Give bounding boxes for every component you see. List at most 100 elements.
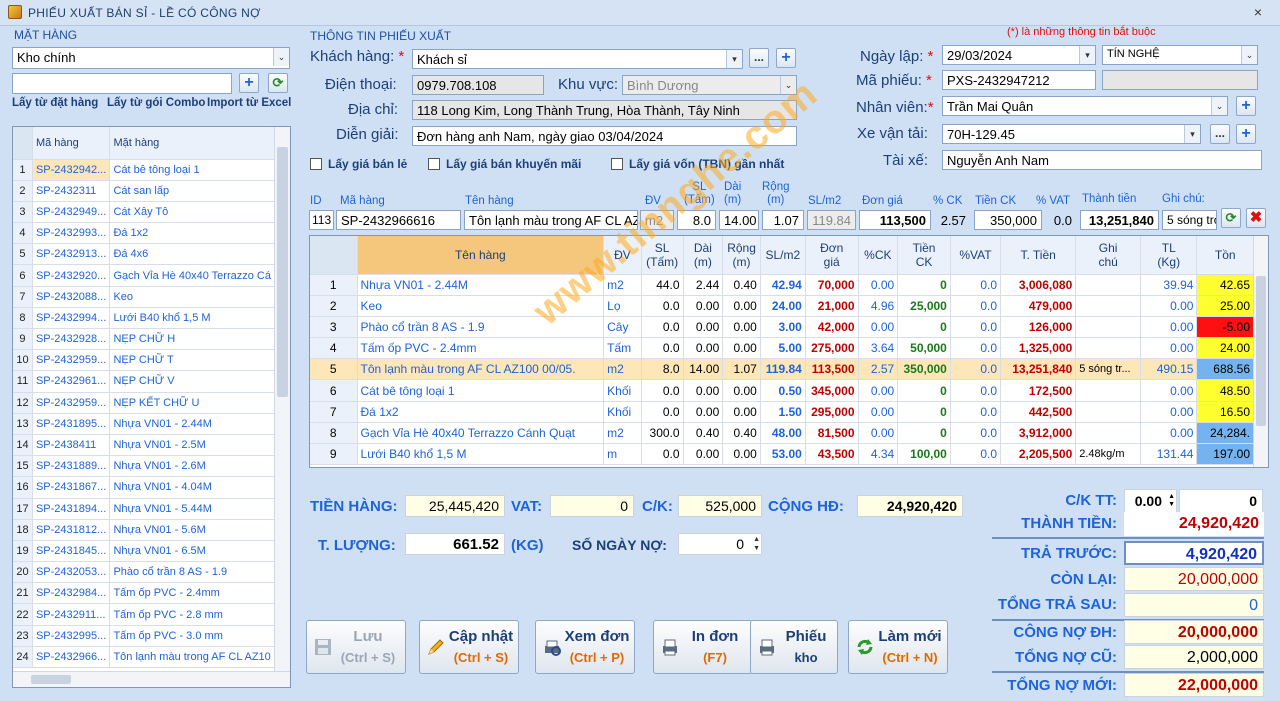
list-item[interactable]: 10 SP-2432959... NẸP CHỮ T [13, 349, 275, 372]
chevron-down-icon[interactable]: ▾ [1184, 125, 1200, 143]
list-item[interactable]: 12 SP-2432959... NẸP KẾT CHỮ U [13, 392, 275, 414]
date-field[interactable]: 29/03/2024 ▾ [942, 45, 1096, 65]
list-item[interactable]: 8 SP-2432994... Lưới B40 khổ 1,5 M [13, 307, 275, 330]
staff-select[interactable]: Trần Mai Quân ⌄ [942, 96, 1228, 116]
list-item[interactable]: 18 SP-2431812... Nhựa VN01 - 5.6M [13, 519, 275, 541]
add-vehicle-icon[interactable]: + [1236, 124, 1256, 144]
entry-name[interactable]: Tôn lạnh màu trong AF CL AZ100 [464, 210, 638, 230]
chevron-down-icon[interactable]: ▾ [726, 50, 742, 68]
branch-select[interactable]: TÍN NGHỆ ⌄ [1102, 45, 1258, 65]
refresh-icon[interactable]: ⟳ [1221, 208, 1241, 228]
customer-more-button[interactable]: ... [749, 48, 769, 68]
list-item[interactable]: 3 SP-2432949... Cát Xây Tô [13, 201, 275, 224]
list-item[interactable]: 1 SP-2432942... Cát bê tông loại 1 [13, 159, 275, 181]
warehouse-select[interactable]: Kho chính ⌄ [12, 47, 290, 69]
list-item[interactable]: 21 SP-2432984... Tấm ốp PVC - 2.4mm [13, 582, 275, 605]
list-item[interactable]: 17 SP-2431894... Nhựa VN01 - 5.44M [13, 498, 275, 520]
entry-width[interactable]: 1.07 [762, 210, 804, 230]
col-name[interactable]: Mặt hàng [109, 127, 275, 160]
entry-vat[interactable]: 0.0 [1045, 210, 1077, 230]
link-from-order[interactable]: Lấy từ đặt hàng [12, 97, 98, 109]
entry-length[interactable]: 14.00 [719, 210, 759, 230]
list-item[interactable]: 13 SP-2431895... Nhựa VN01 - 2.44M [13, 413, 275, 435]
list-item[interactable]: 15 SP-2431889... Nhựa VN01 - 2.6M [13, 455, 275, 478]
promo-price-checkbox[interactable]: Lấy giá bán khuyến mãi [428, 157, 581, 171]
items-grid[interactable]: Mã hàng Mặt hàng 1 SP-2432942... Cát bê tô… [12, 126, 291, 688]
entry-id[interactable]: 113 [309, 210, 334, 230]
note-field[interactable]: Đơn hàng anh Nam, ngày giao 03/04/2024 [412, 126, 797, 146]
delete-icon[interactable]: ✖ [1246, 208, 1266, 228]
entry-ck-money[interactable]: 350,000 [974, 210, 1042, 230]
save-button[interactable]: Lưu (Ctrl + S) [306, 620, 406, 674]
view-order-button[interactable]: Xem đơn (Ctrl + P) [535, 620, 635, 674]
select-all-cell[interactable] [13, 127, 33, 160]
col-ck-money[interactable]: Tiền CK [897, 236, 951, 275]
retail-price-checkbox[interactable]: Lấy giá bán lẻ [310, 157, 407, 171]
list-item[interactable]: 11 SP-2432961... NẸP CHỮ V [13, 370, 275, 393]
list-item[interactable]: 5 SP-2432913... Đá 4x6 [13, 243, 275, 266]
list-item[interactable]: 23 SP-2432995... Tấm ốp PVC - 3.0 mm [13, 625, 275, 647]
col-stock[interactable]: Tồn [1196, 236, 1254, 275]
code-field[interactable]: PXS-2432947212 [942, 70, 1096, 90]
entry-qty[interactable]: 8.0 [677, 210, 716, 230]
col-qty[interactable]: SL (Tấm) [641, 236, 684, 275]
list-item[interactable]: 24 SP-2432966... Tôn lạnh màu trong AF CL … [13, 646, 275, 669]
add-staff-icon[interactable]: + [1236, 96, 1256, 116]
table-row[interactable]: 2 Keo Lọ 0.0 0.00 0.00 24.00 21,000 4.96 25,000 0.… [310, 295, 1254, 317]
col-unit[interactable]: ĐV [603, 236, 642, 275]
cktt-value[interactable]: 0 [1179, 489, 1263, 513]
item-search-input[interactable] [12, 73, 232, 94]
list-item[interactable]: 9 SP-2432928... NẸP CHỮ H [13, 328, 275, 351]
warehouse-slip-button[interactable]: Phiếu kho [750, 620, 838, 674]
table-row[interactable]: 9 Lưới B40 khổ 1,5 Mm 0.0 0.00 0.00 53.00 43,5… [310, 443, 1254, 466]
list-item[interactable]: 2 SP-2432311 Cát san lấp [13, 180, 275, 202]
close-icon[interactable]: × [1250, 4, 1266, 20]
table-row[interactable]: 6 Cát bê tông loại 1 Khối 0.0 0.00 0.00 0.50 34… [310, 379, 1254, 402]
phone-field[interactable]: 0979.708.108 [412, 75, 544, 95]
new-button[interactable]: Làm mới (Ctrl + N) [848, 620, 948, 674]
list-item[interactable]: 4 SP-2432993... Đá 1x2 [13, 222, 275, 245]
col-code[interactable]: Mã hàng [32, 127, 111, 160]
col-length[interactable]: Dài (m) [683, 236, 724, 275]
vehicle-more-button[interactable]: ... [1210, 124, 1230, 144]
cktt-percent[interactable]: 0.00 ▲ ▼ [1124, 489, 1177, 513]
spin-icon[interactable]: ▲ ▼ [753, 535, 760, 553]
chevron-down-icon[interactable]: ⌄ [1211, 97, 1227, 115]
table-row[interactable]: 5 Tôn lạnh màu trong AF CL AZ100 00/05. m2… [310, 358, 1254, 381]
tra-truoc-input[interactable]: 4,920,420 [1124, 541, 1264, 565]
list-item[interactable]: 19 SP-2431845... Nhựa VN01 - 6.5M [13, 540, 275, 563]
list-item[interactable]: 20 SP-2432053... Phào cổ trần 8 AS - 1.9 [13, 561, 275, 584]
area-select[interactable]: Bình Dương ⌄ [622, 75, 797, 95]
list-item[interactable]: 14 SP-2438411 Nhựa VN01 - 2.5M [13, 434, 275, 457]
col-price[interactable]: Đơn giá [805, 236, 859, 275]
table-row[interactable]: 8 Gạch Vỉa Hè 40x40 Terrazzo Cánh Quạt m2 3… [310, 422, 1254, 445]
order-lines-grid[interactable]: Tên hàng ĐV SL (Tấm) Dài (m) Rộng (m) SL/m2 Đơ… [309, 235, 1269, 468]
refresh-icon[interactable]: ⟳ [268, 73, 288, 93]
add-customer-icon[interactable]: + [776, 48, 796, 68]
col-slm2[interactable]: SL/m2 [760, 236, 806, 275]
vertical-scrollbar[interactable] [1253, 236, 1268, 467]
link-import-excel[interactable]: Import từ Excel [207, 97, 291, 109]
vehicle-select[interactable]: 70H-129.45 ▾ [942, 124, 1201, 144]
col-weight[interactable]: TL (Kg) [1140, 236, 1198, 275]
print-order-button[interactable]: In đơn (F7) [653, 620, 753, 674]
list-item[interactable]: 16 SP-2431867... Nhựa VN01 - 4.04M [13, 476, 275, 499]
calendar-dropdown-icon[interactable]: ▾ [1079, 46, 1095, 64]
list-item[interactable]: 6 SP-2432920... Gạch Vỉa Hè 40x40 Terrazzo… [13, 264, 275, 287]
table-row[interactable]: 4 Tấm ốp PVC - 2.4mm Tấm 0.0 0.00 0.00 5.00 275… [310, 337, 1254, 360]
col-ck[interactable]: %CK [858, 236, 899, 275]
entry-remark[interactable]: 5 sóng trò [1162, 210, 1217, 230]
table-row[interactable]: 1 Nhựa VN01 - 2.44M m2 44.0 2.44 0.40 42.94 70,… [310, 274, 1254, 296]
col-width[interactable]: Rộng (m) [722, 236, 761, 275]
list-item[interactable]: 22 SP-2432911... Tấm ốp PVC - 2.8 mm [13, 603, 275, 626]
days-stepper[interactable]: 0 ▲ ▼ [678, 533, 762, 555]
link-from-combo[interactable]: Lấy từ gói Combo [107, 97, 205, 109]
cost-price-checkbox[interactable]: Lấy giá vốn (TBN) gần nhất [611, 157, 784, 171]
col-note[interactable]: Ghi chú [1075, 236, 1142, 275]
horizontal-scrollbar[interactable] [13, 671, 290, 687]
col-name[interactable]: Tên hàng [357, 236, 605, 275]
entry-ck[interactable]: 2.57 [934, 210, 971, 230]
entry-price[interactable]: 113,500 [859, 210, 931, 230]
table-row[interactable]: 7 Đá 1x2 Khối 0.0 0.00 0.00 1.50 295,000 0.00 0 0.… [310, 401, 1254, 423]
driver-field[interactable]: Nguyễn Anh Nam [942, 150, 1262, 170]
